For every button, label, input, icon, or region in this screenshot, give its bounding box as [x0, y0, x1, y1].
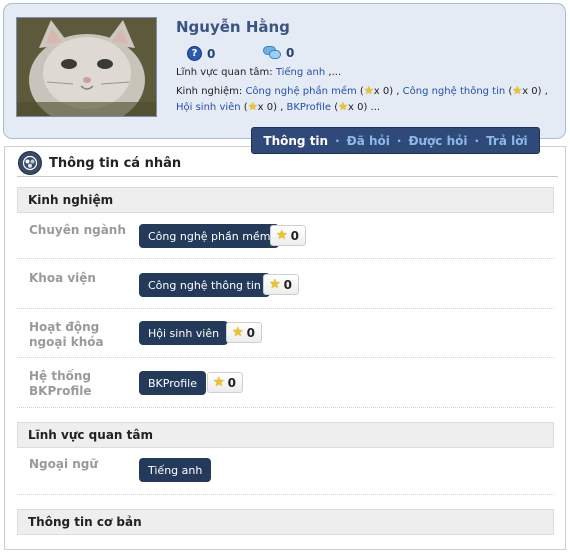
- section-header: Thông tin cá nhân: [18, 151, 181, 175]
- row-label-system: Hệ thống BKProfile: [29, 369, 92, 399]
- group-basic-info: Thông tin cơ bản: [17, 509, 554, 535]
- row-label-language: Ngoại ngữ: [29, 457, 98, 471]
- star-count: 0: [290, 228, 300, 243]
- star-icon: ★: [338, 100, 348, 113]
- tag-major[interactable]: Công nghệ phần mềm: [139, 224, 280, 248]
- section-divider: [17, 176, 558, 177]
- avatar[interactable]: [16, 17, 157, 117]
- star-rating-extracurricular[interactable]: ★ 0: [226, 322, 263, 343]
- group-experience: Kinh nghiệm: [17, 187, 554, 213]
- star-icon: ★: [276, 228, 288, 243]
- row-divider: [17, 494, 554, 495]
- experience-count: x 0: [522, 86, 538, 97]
- row-divider: [17, 258, 554, 259]
- row-label-extracurricular: Hoạt động ngoại khóa: [29, 320, 104, 350]
- star-icon: ★: [269, 277, 281, 292]
- interests-more: ,...: [328, 67, 342, 78]
- star-count: 0: [283, 277, 293, 292]
- row-label-major: Chuyên ngành: [29, 223, 126, 237]
- row-label-line: BKProfile: [29, 384, 92, 398]
- tab-answered[interactable]: Trả lời: [486, 134, 528, 148]
- avatar-cat-image: [17, 18, 156, 116]
- star-rating-major[interactable]: ★ 0: [270, 225, 307, 246]
- group-interests: Lĩnh vực quan tâm: [17, 422, 554, 448]
- row-divider: [17, 308, 554, 309]
- profile-badge-icon: [18, 151, 42, 175]
- experience-count: x 0: [373, 86, 390, 97]
- star-icon: ★: [512, 84, 523, 97]
- experience-link[interactable]: BKProfile: [287, 102, 332, 113]
- experience-count: x 0: [257, 102, 274, 113]
- star-icon: ★: [213, 375, 225, 390]
- tag-faculty[interactable]: Công nghệ thông tin: [139, 273, 270, 297]
- row-label-line: Hoạt động: [29, 320, 100, 334]
- row-label-line: ngoại khóa: [29, 335, 104, 349]
- questions-stat[interactable]: ? 0: [187, 46, 215, 61]
- row-label-line: Hệ thống: [29, 369, 92, 383]
- experience-tail: ...: [370, 102, 381, 113]
- interests-line: Lĩnh vực quan tâm: Tiếng anh ,...: [176, 67, 341, 78]
- tag-system[interactable]: BKProfile: [139, 371, 206, 395]
- row-divider: [17, 357, 554, 358]
- experience-count: x 0: [347, 102, 364, 113]
- tab-asked[interactable]: Đã hỏi: [347, 134, 390, 148]
- experience-link[interactable]: Công nghệ thông tin: [403, 86, 506, 97]
- experience-link[interactable]: Công nghệ phần mềm: [245, 86, 356, 97]
- interest-link[interactable]: Tiếng anh: [276, 67, 325, 78]
- star-icon: ★: [232, 325, 244, 340]
- experience-label: Kinh nghiệm:: [176, 86, 243, 97]
- question-circle-icon: ?: [187, 46, 202, 61]
- tab-separator: ·: [474, 133, 480, 148]
- star-rating-system[interactable]: ★ 0: [207, 372, 244, 393]
- experience-line: Kinh nghiệm: Công nghệ phần mềm (★x 0) ,…: [176, 84, 548, 97]
- experience-link[interactable]: Hội sinh viên: [176, 102, 241, 113]
- star-rating-faculty[interactable]: ★ 0: [263, 274, 300, 295]
- tab-info[interactable]: Thông tin: [263, 134, 328, 148]
- tab-separator: ·: [396, 133, 402, 148]
- answers-stat[interactable]: 0: [263, 46, 294, 60]
- star-icon: ★: [363, 84, 374, 97]
- answers-count: 0: [286, 46, 295, 60]
- profile-tabs: Thông tin · Đã hỏi · Được hỏi · Trả lời: [251, 127, 540, 154]
- experience-line-cont: Hội sinh viên (★x 0) , BKProfile (★x 0) …: [176, 100, 381, 113]
- row-divider: [17, 407, 554, 408]
- user-name[interactable]: Nguyễn Hằng: [176, 18, 290, 36]
- star-count: 0: [246, 325, 256, 340]
- tag-extracurricular[interactable]: Hội sinh viên: [139, 321, 229, 345]
- tab-separator: ·: [335, 133, 340, 148]
- interests-label: Lĩnh vực quan tâm:: [176, 67, 273, 78]
- section-title: Thông tin cá nhân: [49, 155, 182, 171]
- questions-count: 0: [207, 46, 216, 61]
- tag-language[interactable]: Tiếng anh: [139, 458, 212, 482]
- star-icon: ★: [247, 100, 258, 113]
- star-count: 0: [227, 375, 237, 390]
- tab-received[interactable]: Được hỏi: [408, 134, 467, 148]
- row-label-faculty: Khoa viện: [29, 271, 96, 285]
- speech-bubbles-icon: [263, 46, 281, 60]
